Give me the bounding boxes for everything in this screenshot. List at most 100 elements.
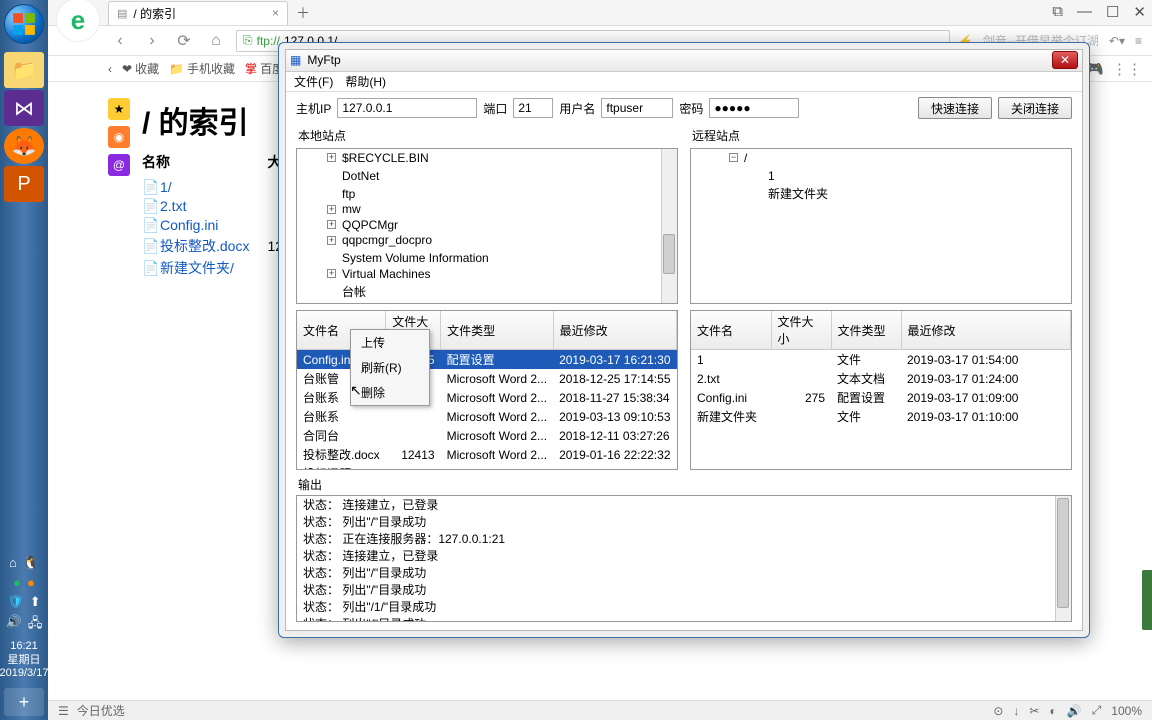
index-row[interactable]: 📄2.txt bbox=[142, 197, 267, 216]
table-row[interactable]: 投标整改.docx12413Microsoft Word 2...2019-01… bbox=[297, 445, 677, 464]
label-host: 主机IP bbox=[296, 100, 331, 117]
undo-icon[interactable]: ↶▾ bbox=[1109, 34, 1125, 48]
status-icon[interactable]: 🔊 bbox=[1067, 704, 1082, 718]
table-row[interactable]: 台账系Microsoft Word 2...2019-03-13 09:10:5… bbox=[297, 407, 677, 426]
col-modified[interactable]: 最近修改 bbox=[901, 311, 1071, 350]
fav-star-icon[interactable]: ★ bbox=[108, 98, 130, 120]
status-icon[interactable]: ⤢ bbox=[1092, 703, 1102, 718]
tab-close-icon[interactable]: × bbox=[272, 6, 279, 20]
col-filename[interactable]: 文件名 bbox=[691, 311, 771, 350]
index-row[interactable]: 📄Config.ini bbox=[142, 216, 267, 235]
remote-file-grid[interactable]: 文件名 文件大小 文件类型 最近修改 1文件2019-03-17 01:54:0… bbox=[690, 310, 1072, 470]
tray-icon[interactable]: ⬆ bbox=[30, 594, 41, 610]
browser-tab[interactable]: ▤ / 的索引 × bbox=[108, 1, 288, 25]
window-maximize-icon[interactable]: ☐ bbox=[1106, 3, 1119, 21]
table-row[interactable]: 投标问题.docx13102Microsoft Word 2...2018-12… bbox=[297, 464, 677, 470]
tray-icon[interactable]: 🐧 bbox=[23, 555, 39, 571]
ctx-delete[interactable]: 删除 bbox=[351, 380, 429, 405]
table-row[interactable]: 合同台Microsoft Word 2...2018-12-11 03:27:2… bbox=[297, 426, 677, 445]
taskbar-add[interactable]: + bbox=[4, 688, 44, 716]
volume-icon[interactable]: 🔊 bbox=[6, 614, 22, 636]
index-row[interactable]: 📄投标整改.docx bbox=[142, 235, 267, 257]
connect-button[interactable]: 快速连接 bbox=[918, 97, 992, 119]
table-row[interactable]: 新建文件夹文件2019-03-17 01:10:00 bbox=[691, 407, 1071, 426]
taskbar-office-icon[interactable]: P bbox=[4, 166, 44, 202]
ctx-refresh[interactable]: 刷新(R) bbox=[351, 355, 429, 380]
tree-item[interactable]: 洗 bbox=[297, 299, 677, 305]
table-row[interactable]: Config.ini275配置设置2019-03-17 01:09:00 bbox=[691, 388, 1071, 407]
status-icon[interactable]: ◐ bbox=[1049, 704, 1056, 718]
start-button[interactable] bbox=[4, 4, 44, 44]
menu-help[interactable]: 帮助(H) bbox=[345, 73, 386, 90]
pass-input[interactable] bbox=[709, 98, 799, 118]
window-minimize-icon[interactable]: — bbox=[1077, 3, 1092, 21]
taskbar-firefox-icon[interactable]: 🦊 bbox=[4, 128, 44, 164]
tree-item[interactable]: +Virtual Machines bbox=[297, 265, 677, 281]
zoom-label[interactable]: 100% bbox=[1111, 704, 1142, 718]
network-icon[interactable]: 🖧 bbox=[28, 614, 43, 636]
remote-tree[interactable]: −/ 1新建文件夹 bbox=[690, 148, 1072, 304]
tray-icon[interactable]: ● bbox=[13, 575, 21, 590]
output-log[interactable]: 状态： 连接建立，已登录状态： 列出"/"目录成功状态： 正在连接服务器：127… bbox=[296, 495, 1072, 622]
index-row[interactable]: 📄1/ bbox=[142, 178, 267, 197]
tree-item[interactable]: ftp bbox=[297, 183, 677, 201]
browser-logo-icon[interactable]: e bbox=[56, 0, 100, 42]
col-modified[interactable]: 最近修改 bbox=[553, 311, 676, 350]
col-filetype[interactable]: 文件类型 bbox=[441, 311, 553, 350]
bookmark-item[interactable]: ❤ 收藏 bbox=[122, 60, 159, 77]
tree-item[interactable]: +qqpcmgr_docpro bbox=[297, 232, 677, 248]
scrollbar[interactable] bbox=[661, 149, 677, 303]
tree-item[interactable]: +mw bbox=[297, 201, 677, 217]
status-icon[interactable]: ↓ bbox=[1013, 704, 1019, 718]
fav-icon[interactable]: ◉ bbox=[108, 126, 130, 148]
app-close-icon[interactable]: ✕ bbox=[1052, 51, 1078, 69]
status-icon[interactable]: ⊙ bbox=[993, 704, 1003, 718]
col-filesize[interactable]: 文件大小 bbox=[771, 311, 831, 350]
table-row[interactable]: 2.txt文本文档2019-03-17 01:24:00 bbox=[691, 369, 1071, 388]
taskbar-vs-icon[interactable]: ⋈ bbox=[4, 90, 44, 126]
home-button[interactable]: ⌂ bbox=[204, 32, 228, 50]
tree-item[interactable]: 新建文件夹 bbox=[743, 183, 1071, 201]
status-icon[interactable]: ☰ bbox=[58, 704, 69, 718]
col-filetype[interactable]: 文件类型 bbox=[831, 311, 901, 350]
ctx-upload[interactable]: 上传 bbox=[351, 330, 429, 355]
menu-icon[interactable]: ≡ bbox=[1135, 34, 1142, 48]
reload-button[interactable]: ⟳ bbox=[172, 31, 196, 51]
user-input[interactable] bbox=[601, 98, 673, 118]
tree-item[interactable]: 台帐 bbox=[297, 281, 677, 299]
disconnect-button[interactable]: 关闭连接 bbox=[998, 97, 1072, 119]
tree-item[interactable]: +QQPCMgr bbox=[297, 216, 677, 232]
back-button[interactable]: ‹ bbox=[108, 32, 132, 50]
tray-icon[interactable]: 🛡 bbox=[7, 594, 24, 610]
bookbar-back-icon[interactable]: ‹ bbox=[108, 62, 112, 76]
tray-icon[interactable]: ⌂ bbox=[9, 555, 17, 571]
tray-icon[interactable]: ● bbox=[27, 575, 35, 590]
fav-icon[interactable]: @ bbox=[108, 154, 130, 176]
new-tab-button[interactable]: ＋ bbox=[296, 3, 310, 23]
table-row[interactable]: 1文件2019-03-17 01:54:00 bbox=[691, 350, 1071, 370]
scrollbar[interactable] bbox=[1055, 496, 1071, 621]
window-opt-icon[interactable]: ⧉ bbox=[1052, 3, 1063, 21]
menu-file[interactable]: 文件(F) bbox=[294, 73, 333, 90]
taskbar-explorer-icon[interactable]: 📁 bbox=[4, 52, 44, 88]
remote-root[interactable]: / bbox=[744, 151, 747, 165]
tree-item[interactable]: 1 bbox=[743, 165, 1071, 183]
taskbar-clock[interactable]: 16:21 星期日 2019/3/17 bbox=[0, 640, 48, 680]
window-close-icon[interactable]: ✕ bbox=[1133, 3, 1146, 21]
tree-item[interactable]: +$RECYCLE.BIN bbox=[297, 149, 677, 165]
host-input[interactable] bbox=[337, 98, 477, 118]
apps-icon[interactable]: ⋮⋮ bbox=[1112, 60, 1142, 78]
status-icon[interactable]: ✂ bbox=[1029, 704, 1039, 718]
tree-item[interactable]: System Volume Information bbox=[297, 247, 677, 265]
local-tree[interactable]: +$RECYCLE.BINDotNetftp+mw+QQPCMgr+qqpcmg… bbox=[296, 148, 678, 304]
index-row[interactable]: 📄新建文件夹/ bbox=[142, 257, 267, 279]
port-input[interactable] bbox=[513, 98, 553, 118]
label-user: 用户名 bbox=[559, 100, 595, 117]
side-widget[interactable] bbox=[1142, 570, 1152, 630]
app-titlebar[interactable]: ▦ MyFtp ✕ bbox=[286, 50, 1082, 72]
tree-item[interactable]: DotNet bbox=[297, 165, 677, 183]
forward-button[interactable]: › bbox=[140, 32, 164, 50]
page-icon: ▤ bbox=[117, 7, 127, 20]
status-text[interactable]: 今日优选 bbox=[77, 702, 125, 719]
bookmark-item[interactable]: 📁 手机收藏 bbox=[169, 60, 235, 77]
